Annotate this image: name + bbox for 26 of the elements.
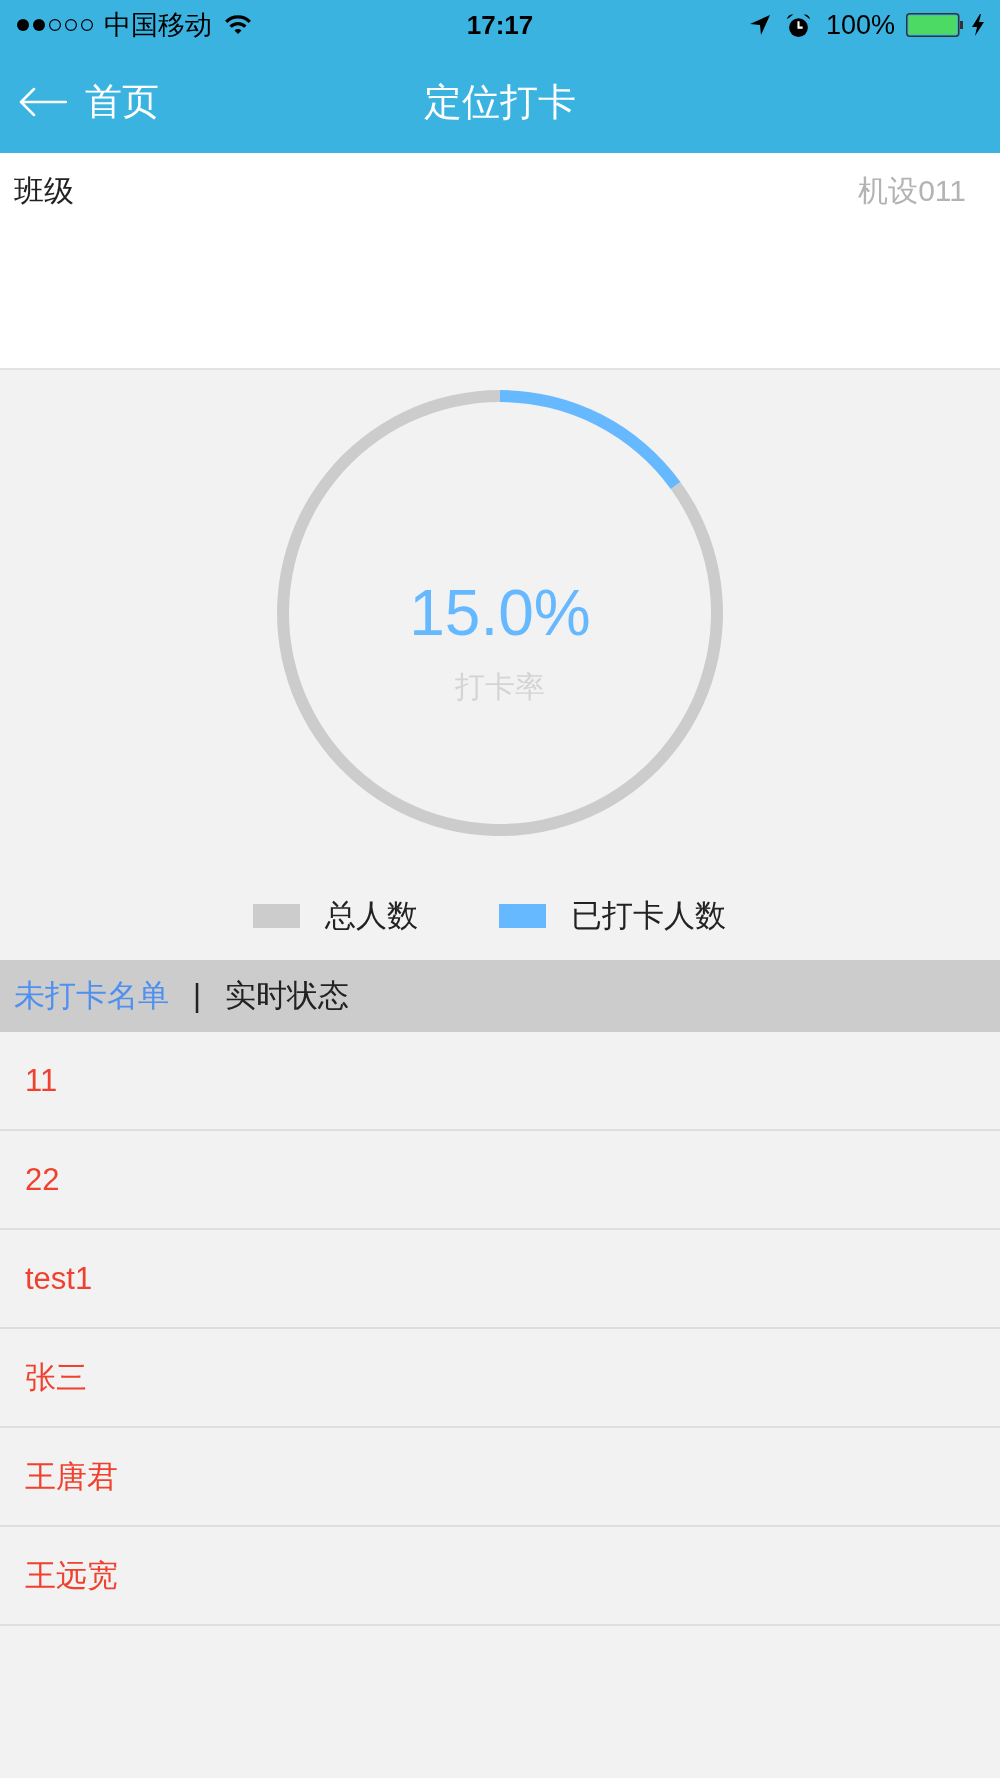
alarm-clock-icon — [785, 12, 811, 38]
student-name: 王唐君 — [25, 1458, 118, 1495]
legend-label: 已打卡人数 — [571, 900, 726, 932]
rate-value: 15.0% — [409, 578, 591, 648]
student-name: 11 — [25, 1062, 58, 1099]
back-button[interactable]: 首页 — [19, 80, 159, 123]
class-value: 机设011 — [858, 173, 966, 209]
class-label: 班级 — [14, 173, 74, 209]
nav-title: 定位打卡 — [424, 79, 576, 124]
location-arrow-icon — [749, 15, 770, 35]
battery-percent: 100% — [825, 10, 895, 40]
status-time: 17:17 — [466, 10, 534, 40]
battery-icon — [906, 13, 963, 37]
student-name: 王远宽 — [25, 1557, 118, 1594]
back-arrow-icon — [19, 86, 67, 117]
charging-bolt-icon — [972, 14, 984, 36]
carrier-name: 中国移动 — [104, 10, 212, 40]
wifi-icon — [224, 15, 252, 35]
list-tab[interactable]: 未打卡名单 — [14, 978, 169, 1014]
student-name: 张三 — [25, 1359, 87, 1396]
student-name: 22 — [25, 1161, 60, 1198]
tab-separator: | — [193, 978, 202, 1014]
signal-strength-icon — [16, 18, 94, 32]
list-tab[interactable]: 实时状态 — [225, 978, 350, 1014]
student-name: test1 — [25, 1260, 93, 1297]
legend-label: 总人数 — [325, 900, 418, 932]
